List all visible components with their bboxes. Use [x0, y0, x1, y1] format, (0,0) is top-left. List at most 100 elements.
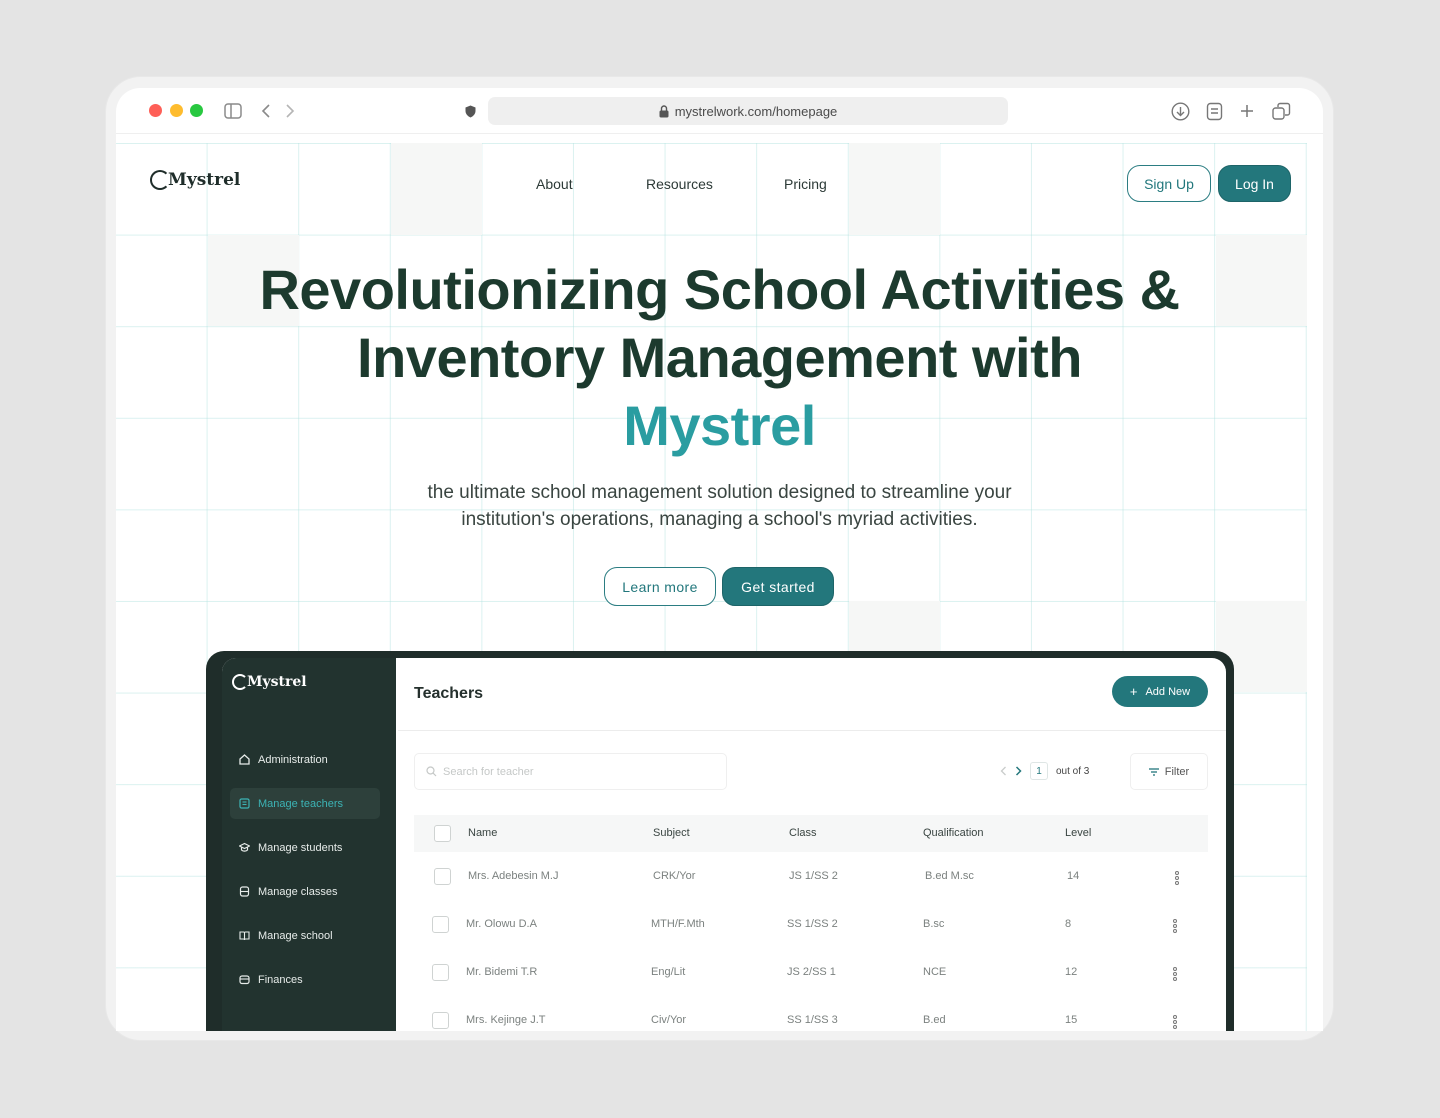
back-icon[interactable]	[255, 100, 277, 122]
nav-link-about[interactable]: About	[536, 176, 573, 192]
browser-toolbar: mystrelwork.com/homepage	[116, 88, 1323, 134]
cell-qualification: NCE	[923, 966, 947, 978]
nav-link-pricing[interactable]: Pricing	[784, 176, 827, 192]
dashboard-preview: Mystrel Administration Manage teachers M…	[222, 658, 1226, 1031]
new-tab-icon[interactable]	[1236, 100, 1258, 122]
hero-title-brand: Mystrel	[623, 394, 816, 457]
site-logo[interactable]: Mystrel	[150, 170, 240, 190]
filter-label: Filter	[1164, 765, 1190, 778]
classroom-icon	[239, 886, 250, 897]
sidebar-item-manage-teachers[interactable]: Manage teachers	[230, 788, 380, 819]
sidebar-item-label: Manage school	[258, 929, 333, 942]
more-options-icon[interactable]	[1173, 967, 1177, 981]
cell-name: Mr. Olowu D.A	[466, 918, 537, 930]
sidebar-item-manage-students[interactable]: Manage students	[230, 832, 380, 863]
dashboard-sidebar: Mystrel Administration Manage teachers M…	[222, 658, 396, 1031]
table-row[interactable]: Mrs. Adebesin M.J CRK/Yor JS 1/SS 2 B.ed…	[414, 854, 1208, 902]
total-pages: out of 3	[1056, 765, 1090, 777]
shield-icon[interactable]	[459, 100, 481, 122]
add-new-button[interactable]: + Add New	[1112, 676, 1208, 707]
share-icon[interactable]	[1203, 100, 1225, 122]
wallet-icon	[239, 975, 250, 985]
current-page[interactable]: 1	[1030, 762, 1048, 780]
browser-window: mystrelwork.com/homepage Mystrel About R…	[116, 88, 1323, 1031]
hero-title-line-1: Revolutionizing School Activities &	[259, 258, 1180, 321]
log-in-button[interactable]: Log In	[1218, 165, 1291, 202]
row-checkbox[interactable]	[432, 964, 449, 981]
sidebar-item-label: Administration	[258, 753, 328, 766]
cell-level: 15	[1065, 1014, 1078, 1026]
cell-level: 12	[1065, 966, 1078, 978]
add-new-label: Add New	[1145, 685, 1191, 698]
tabs-overview-icon[interactable]	[1270, 100, 1292, 122]
hero-subtitle: the ultimate school management solution …	[427, 482, 1012, 530]
filter-button[interactable]: Filter	[1130, 753, 1208, 790]
sidebar-item-label: Manage teachers	[258, 797, 343, 810]
pagination: 1 out of 3	[1000, 762, 1089, 780]
sidebar-item-administration[interactable]: Administration	[230, 744, 380, 775]
search-placeholder: Search for teacher	[443, 765, 534, 778]
download-icon[interactable]	[1169, 100, 1191, 122]
nav-link-resources[interactable]: Resources	[646, 176, 713, 192]
maximize-window-button[interactable]	[190, 104, 203, 117]
cell-class: JS 1/SS 2	[789, 870, 838, 882]
forward-icon[interactable]	[279, 100, 301, 122]
cell-qualification: B.ed M.sc	[925, 870, 974, 882]
cell-name: Mrs. Kejinge J.T	[466, 1014, 546, 1026]
logo-text: Mystrel	[168, 170, 241, 190]
search-input[interactable]: Search for teacher	[414, 753, 727, 790]
cell-level: 14	[1067, 870, 1080, 882]
row-checkbox[interactable]	[432, 1012, 449, 1029]
get-started-button[interactable]: Get started	[722, 567, 834, 606]
column-header-qualification[interactable]: Qualification	[923, 827, 984, 839]
next-page-icon[interactable]	[1015, 766, 1022, 776]
search-icon	[426, 766, 437, 777]
select-all-checkbox[interactable]	[434, 825, 451, 842]
more-options-icon[interactable]	[1173, 919, 1177, 933]
sidebar-item-manage-school[interactable]: Manage school	[230, 920, 380, 951]
cell-subject: CRK/Yor	[653, 870, 696, 882]
table-row[interactable]: Mr. Olowu D.A MTH/F.Mth SS 1/SS 2 B.sc 8	[414, 902, 1208, 950]
sidebar-item-manage-classes[interactable]: Manage classes	[230, 876, 380, 907]
column-header-name[interactable]: Name	[468, 827, 497, 839]
table-header: Name Subject Class Qualification Level	[414, 815, 1208, 852]
cell-class: SS 1/SS 2	[787, 918, 838, 930]
cell-subject: Civ/Yor	[651, 1014, 687, 1026]
hero-title-line-2: Inventory Management with	[357, 326, 1082, 389]
logo-mark-icon	[150, 170, 170, 190]
sidebar-item-finances[interactable]: Finances	[230, 964, 380, 995]
sign-up-button[interactable]: Sign Up	[1127, 165, 1211, 202]
cell-class: SS 1/SS 3	[787, 1014, 838, 1026]
learn-more-button[interactable]: Learn more	[604, 567, 716, 606]
logo-mark-icon	[232, 674, 248, 690]
sidebar-item-label: Manage classes	[258, 885, 338, 898]
cell-level: 8	[1065, 918, 1072, 930]
cell-qualification: B.sc	[923, 918, 945, 930]
plus-icon: +	[1129, 684, 1138, 699]
close-window-button[interactable]	[149, 104, 162, 117]
column-header-subject[interactable]: Subject	[653, 827, 690, 839]
table-row[interactable]: Mrs. Kejinge J.T Civ/Yor SS 1/SS 3 B.ed …	[414, 998, 1208, 1031]
sidebar-toggle-icon[interactable]	[222, 100, 244, 122]
sidebar-item-label: Finances	[258, 973, 303, 986]
sidebar-item-label: Manage students	[258, 841, 343, 854]
cell-qualification: B.ed	[923, 1014, 946, 1026]
more-options-icon[interactable]	[1173, 1015, 1177, 1029]
cell-name: Mr. Bidemi T.R	[466, 966, 538, 978]
cell-subject: MTH/F.Mth	[651, 918, 705, 930]
row-checkbox[interactable]	[434, 868, 451, 885]
book-icon	[239, 798, 250, 809]
dashboard-logo: Mystrel	[232, 674, 307, 690]
row-checkbox[interactable]	[432, 916, 449, 933]
column-header-class[interactable]: Class	[789, 827, 817, 839]
home-icon	[239, 754, 250, 765]
cell-class: JS 2/SS 1	[787, 966, 836, 978]
minimize-window-button[interactable]	[170, 104, 183, 117]
header-divider	[398, 730, 1226, 731]
table-row[interactable]: Mr. Bidemi T.R Eng/Lit JS 2/SS 1 NCE 12	[414, 950, 1208, 998]
address-bar[interactable]: mystrelwork.com/homepage	[488, 97, 1008, 125]
open-book-icon	[239, 931, 250, 941]
column-header-level[interactable]: Level	[1065, 827, 1091, 839]
prev-page-icon[interactable]	[1000, 766, 1007, 776]
more-options-icon[interactable]	[1175, 871, 1179, 885]
